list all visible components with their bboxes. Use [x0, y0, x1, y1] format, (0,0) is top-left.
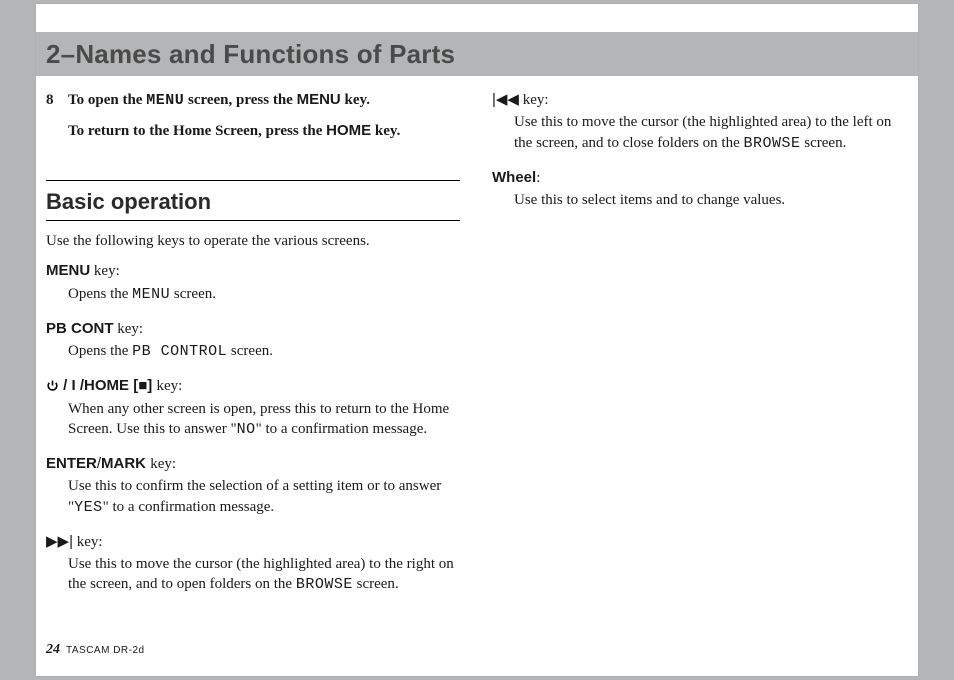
section-heading: Basic operation [46, 187, 460, 217]
home-key-block: / I /HOME [■] key: When any other screen… [46, 376, 460, 440]
section-rule-bottom [46, 220, 460, 221]
ffwd-key-block: ▶▶| key: Use this to move the cursor (th… [46, 532, 460, 596]
content-columns: 8 To open the MENU screen, press the MEN… [46, 90, 906, 630]
skip-back-icon: |◀◀ [492, 91, 519, 108]
power-icon [46, 377, 63, 394]
menu-key-desc: Opens the MENU screen. [68, 284, 460, 305]
pbcont-key-desc: Opens the PB CONTROL screen. [68, 341, 460, 362]
pbcont-key-block: PB CONT key: Opens the PB CONTROL screen… [46, 319, 460, 363]
wheel-desc: Use this to select items and to change v… [514, 190, 906, 210]
rew-key-desc: Use this to move the cursor (the highlig… [514, 112, 906, 154]
wheel-block: Wheel: Use this to select items and to c… [492, 168, 906, 211]
step-number: 8 [46, 90, 60, 111]
section-intro: Use the following keys to operate the va… [46, 231, 460, 251]
skip-forward-icon: ▶▶| [46, 533, 73, 550]
left-column: 8 To open the MENU screen, press the MEN… [46, 90, 460, 630]
chapter-title: 2–Names and Functions of Parts [46, 39, 455, 70]
step-8-line-1: To open the MENU screen, press the MENU … [68, 90, 370, 111]
manual-page: 2–Names and Functions of Parts 8 To open… [36, 4, 918, 676]
right-column: |◀◀ key: Use this to move the cursor (th… [492, 90, 906, 630]
step-8-line-2: To return to the Home Screen, press the … [68, 121, 460, 141]
pause-bar-icon: I [72, 377, 76, 394]
home-key-desc: When any other screen is open, press thi… [68, 399, 460, 441]
home-key-label: / I /HOME [■] [46, 377, 156, 394]
enter-key-desc: Use this to confirm the selection of a s… [68, 476, 460, 518]
menu-key-block: MENU key: Opens the MENU screen. [46, 261, 460, 305]
step-8: 8 To open the MENU screen, press the MEN… [46, 90, 460, 111]
page-footer: 24 TASCAM DR-2d [46, 642, 145, 658]
chapter-title-bar: 2–Names and Functions of Parts [36, 32, 918, 76]
wheel-label: Wheel [492, 169, 536, 186]
rew-key-block: |◀◀ key: Use this to move the cursor (th… [492, 90, 906, 154]
page-number: 24 [46, 642, 60, 658]
pbcont-key-label: PB CONT [46, 320, 114, 337]
enter-key-label: ENTER/MARK [46, 455, 150, 472]
section-rule-top [46, 180, 460, 181]
enter-key-block: ENTER/MARK key: Use this to confirm the … [46, 454, 460, 518]
product-name: TASCAM DR-2d [66, 645, 145, 656]
ffwd-key-desc: Use this to move the cursor (the highlig… [68, 554, 460, 596]
stop-icon: ■ [138, 377, 147, 394]
menu-key-label: MENU [46, 262, 90, 279]
